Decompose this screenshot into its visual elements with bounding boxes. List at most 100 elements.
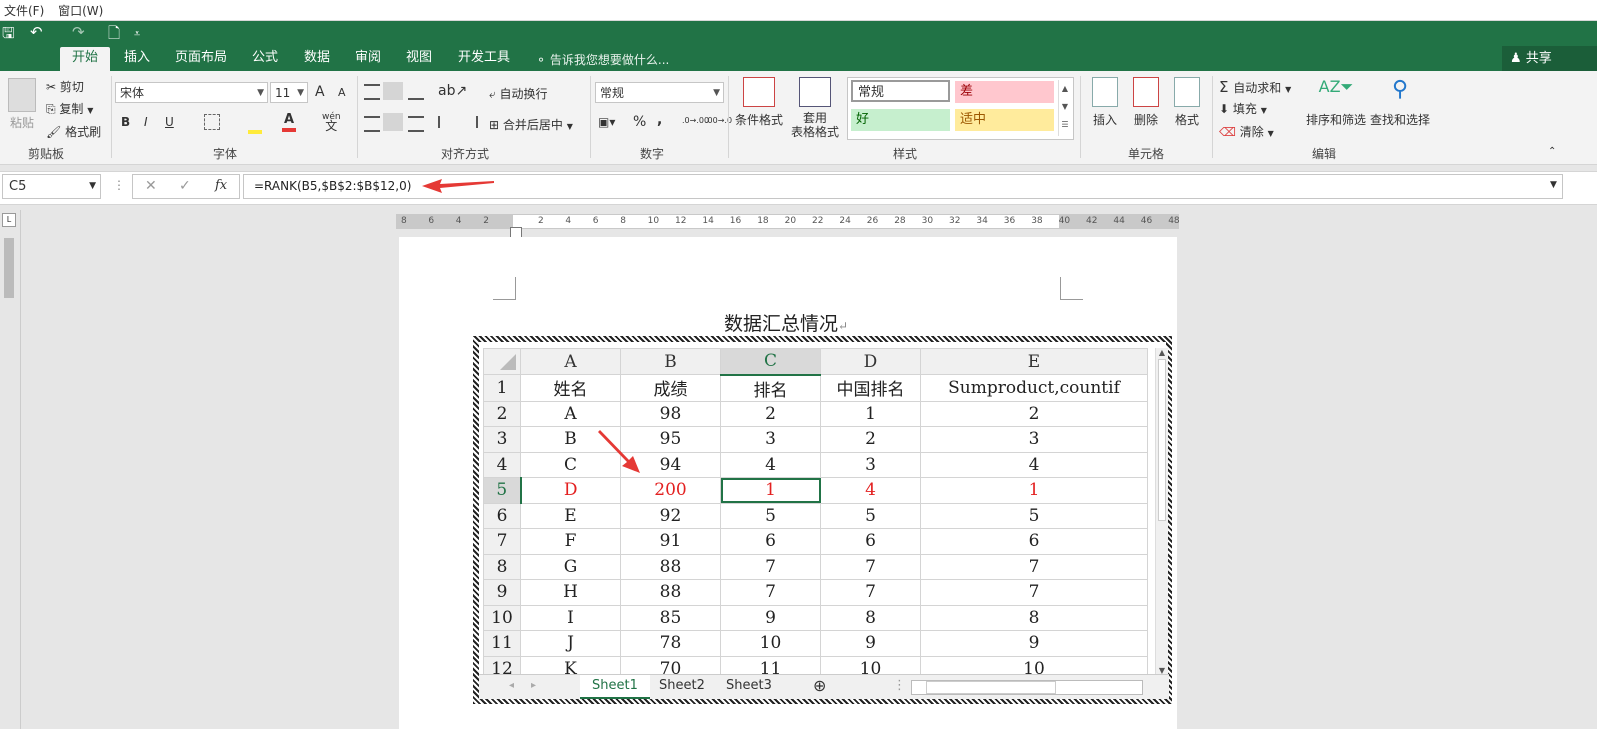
tab-view[interactable]: 视图: [394, 47, 444, 71]
cell-d10[interactable]: 8: [820, 604, 921, 631]
hscroll-thumb[interactable]: [926, 681, 1056, 694]
sort-filter-button[interactable]: AZ⏷ 排序和筛选: [1305, 77, 1367, 128]
row-header[interactable]: 4: [483, 451, 521, 478]
delete-cells-button[interactable]: 删除: [1129, 77, 1163, 128]
tab-scroll-right-icon[interactable]: ▸: [519, 675, 548, 697]
align-left-icon[interactable]: [364, 116, 380, 132]
insert-cells-button[interactable]: 插入: [1088, 77, 1122, 128]
cell-e7[interactable]: 6: [920, 528, 1148, 555]
cell-a11[interactable]: J: [520, 630, 621, 657]
cell-d7[interactable]: 6: [820, 528, 921, 555]
row-header[interactable]: 2: [483, 400, 521, 427]
save-icon[interactable]: 🖫: [2, 23, 15, 48]
insert-function-icon[interactable]: fx: [215, 178, 227, 193]
col-header-e[interactable]: E: [920, 348, 1148, 375]
cell-b6[interactable]: 92: [620, 502, 721, 529]
align-right-icon[interactable]: [408, 116, 424, 132]
format-painter-button[interactable]: 🖌 格式刷: [46, 123, 101, 140]
tab-data[interactable]: 数据: [292, 47, 342, 71]
select-all-corner[interactable]: [483, 348, 521, 375]
cell-a10[interactable]: I: [520, 604, 621, 631]
sheet-tab-2[interactable]: Sheet2: [647, 675, 717, 697]
clear-button[interactable]: ⌫ 清除 ▼: [1219, 123, 1274, 140]
cell-b7[interactable]: 91: [620, 528, 721, 555]
format-cells-button[interactable]: 格式: [1170, 77, 1204, 128]
style-normal[interactable]: 常规: [851, 80, 950, 102]
number-format-select[interactable]: 常规 ▼: [595, 82, 724, 103]
cell-d8[interactable]: 7: [820, 553, 921, 580]
cell-a8[interactable]: G: [520, 553, 621, 580]
name-box[interactable]: C5 ▼: [2, 174, 101, 199]
cut-button[interactable]: ✂ 剪切: [46, 78, 84, 95]
cell-a5[interactable]: D: [520, 477, 621, 504]
share-button[interactable]: ♟ 共享: [1502, 46, 1597, 71]
style-good[interactable]: 好: [851, 109, 950, 131]
phonetic-button[interactable]: wén 文: [322, 113, 341, 133]
row-header[interactable]: 6: [483, 502, 521, 529]
col-header-d[interactable]: D: [820, 348, 921, 375]
cell-d11[interactable]: 9: [820, 630, 921, 657]
font-size-select[interactable]: 11 ▼: [270, 82, 308, 103]
cell-b10[interactable]: 85: [620, 604, 721, 631]
cell-e2[interactable]: 2: [920, 400, 1148, 427]
cell-a2[interactable]: A: [520, 400, 621, 427]
cell-b11[interactable]: 78: [620, 630, 721, 657]
accounting-format-icon[interactable]: ▣▾: [598, 115, 615, 129]
tell-me-search[interactable]: ⚬ 告诉我您想要做什么...: [536, 51, 669, 68]
cell-d9[interactable]: 7: [820, 579, 921, 606]
tab-review[interactable]: 审阅: [343, 47, 393, 71]
customize-qat-icon[interactable]: ⩡: [134, 27, 140, 41]
increase-indent-icon[interactable]: [460, 116, 478, 128]
enter-icon[interactable]: ✓: [179, 178, 191, 194]
vertical-scrollbar[interactable]: ▲ ▼: [1155, 348, 1168, 675]
col-header-a[interactable]: A: [520, 348, 621, 375]
underline-button[interactable]: U: [165, 115, 174, 129]
row-header[interactable]: 1: [483, 374, 521, 402]
comma-button[interactable]: ,: [657, 112, 662, 128]
add-sheet-icon[interactable]: ⊕: [801, 675, 838, 697]
gallery-scroll[interactable]: ▲ ▼ ☰: [1058, 80, 1071, 136]
scroll-thumb[interactable]: [1158, 359, 1166, 521]
conditional-format-button[interactable]: 条件格式: [733, 77, 785, 128]
cell-c7[interactable]: 6: [720, 528, 821, 555]
cell-c5[interactable]: 1: [720, 477, 821, 504]
cell-c10[interactable]: 9: [720, 604, 821, 631]
autosum-button[interactable]: Σ 自动求和 ▼: [1219, 78, 1291, 96]
row-header[interactable]: 10: [483, 604, 521, 631]
fill-color-icon[interactable]: [248, 114, 262, 134]
row-header[interactable]: 3: [483, 426, 521, 453]
cell-c9[interactable]: 7: [720, 579, 821, 606]
font-name-select[interactable]: 宋体 ▼: [115, 82, 268, 103]
cell-e3[interactable]: 3: [920, 426, 1148, 453]
cell-d6[interactable]: 5: [820, 502, 921, 529]
cell-e4[interactable]: 4: [920, 451, 1148, 478]
style-neutral[interactable]: 适中: [955, 109, 1054, 131]
cell-e11[interactable]: 9: [920, 630, 1148, 657]
cancel-icon[interactable]: ✕: [145, 178, 157, 194]
format-as-table-button[interactable]: 套用 表格格式: [786, 77, 844, 139]
decrease-indent-icon[interactable]: [438, 116, 456, 128]
col-header-c[interactable]: C: [720, 348, 821, 376]
style-bad[interactable]: 差: [955, 81, 1054, 103]
fill-button[interactable]: ⬇ 填充 ▼: [1219, 100, 1267, 117]
cell-e5[interactable]: 1: [920, 477, 1148, 504]
cell-b8[interactable]: 88: [620, 553, 721, 580]
cell-b9[interactable]: 88: [620, 579, 721, 606]
cell-c1[interactable]: 排名: [720, 374, 821, 402]
font-color-icon[interactable]: A: [282, 112, 296, 132]
cell-b5[interactable]: 200: [620, 477, 721, 504]
horizontal-scrollbar[interactable]: [911, 680, 1143, 695]
align-center-icon[interactable]: [383, 113, 403, 131]
wrap-text-button[interactable]: ⤶ 自动换行: [489, 85, 548, 102]
tab-formulas[interactable]: 公式: [240, 47, 290, 71]
expand-formula-icon[interactable]: ▼: [1550, 180, 1557, 190]
cell-e6[interactable]: 5: [920, 502, 1148, 529]
redo-icon[interactable]: ↷: [72, 23, 85, 41]
cell-a1[interactable]: 姓名: [520, 374, 621, 402]
row-header[interactable]: 7: [483, 528, 521, 555]
cell-e10[interactable]: 8: [920, 604, 1148, 631]
row-header[interactable]: 9: [483, 579, 521, 606]
cell-c8[interactable]: 7: [720, 553, 821, 580]
merge-center-button[interactable]: ⊞ 合并后居中 ▼: [489, 116, 573, 133]
tab-selector-icon[interactable]: L: [2, 213, 16, 227]
